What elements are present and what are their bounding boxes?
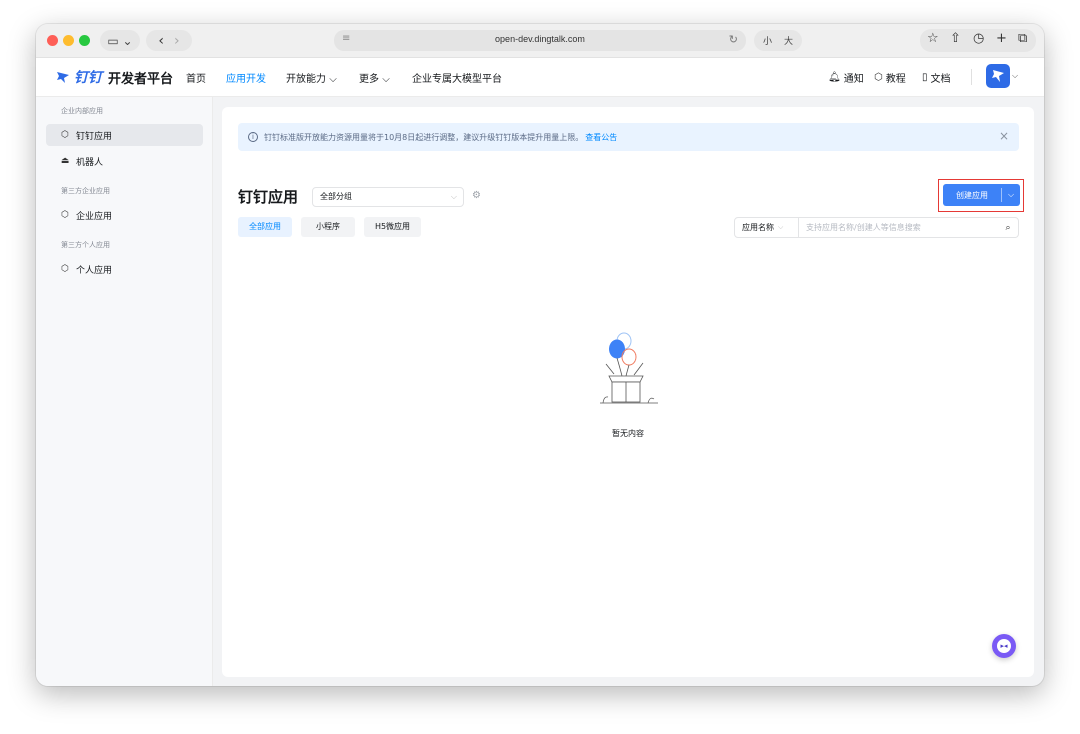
reload-icon[interactable]: ↻ — [729, 33, 738, 46]
share-icon[interactable]: ⇧ — [950, 31, 961, 46]
url-text: open-dev.dingtalk.com — [495, 34, 585, 44]
sidebar-item-label: 机器人 — [76, 157, 104, 168]
sidebar-item-label: 企业应用 — [76, 211, 113, 222]
notice-text: 钉钉标准版开放能力资源用量将于10月8日起进行调整，建议升级钉钉版本提升用量上限… — [264, 132, 584, 142]
logo-title: 开发者平台 — [108, 71, 174, 87]
history-nav: ‹ › — [146, 30, 192, 51]
sidebar-item-robot[interactable]: ⏏ 机器人 — [46, 150, 203, 172]
location-pin-icon: ⬡ — [874, 72, 883, 83]
search-field-select[interactable]: 应用名称 ⌵ — [735, 218, 799, 237]
tutorial-link[interactable]: ⬡ 教程 — [874, 70, 906, 85]
history-clock-icon[interactable]: ◷ — [973, 31, 984, 46]
page-title: 钉钉应用 — [238, 188, 299, 206]
sidebar-group-third-party-enterprise: 第三方企业应用 — [61, 187, 110, 195]
nav-more[interactable]: 更多 ⌵ — [359, 70, 390, 85]
nav-home[interactable]: 首页 — [186, 70, 206, 85]
chevron-down-icon: ⌵ — [450, 192, 457, 201]
zoom-controls: 小 大 — [754, 30, 802, 51]
zoom-in-button[interactable]: 大 — [784, 34, 793, 47]
tab-all-apps[interactable]: 全部应用 — [238, 217, 292, 237]
sidebar-item-label: 钉钉应用 — [76, 131, 113, 142]
chevron-down-icon[interactable]: ⌵ — [1012, 71, 1018, 81]
notice-link[interactable]: 查看公告 — [585, 132, 617, 143]
back-icon[interactable]: ‹ — [158, 33, 164, 49]
sidebar-group-third-party-personal: 第三方个人应用 — [61, 241, 110, 249]
bell-icon: 🔔︎ — [828, 72, 841, 83]
dingtalk-logo-icon — [57, 72, 69, 83]
sidebar-group-internal: 企业内部应用 — [61, 107, 103, 115]
cube-icon: ⬡ — [61, 130, 69, 140]
browser-window: ▭ ⌄ ‹ › ≡ open-dev.dingtalk.com ↻ 小 大 ☆ … — [36, 24, 1044, 686]
chevron-down-icon: ⌵ — [778, 223, 784, 231]
group-select-value: 全部分组 — [320, 192, 352, 201]
sidebar-item-label: 个人应用 — [76, 265, 113, 276]
create-app-button[interactable]: 创建应用 ⌵ — [943, 184, 1020, 206]
info-icon: i — [248, 132, 258, 142]
chevron-down-icon[interactable]: ⌵ — [1002, 190, 1020, 200]
cube-icon: ⬡ — [61, 210, 69, 220]
sidebar-item-dingtalk-apps[interactable]: ⬡ 钉钉应用 — [46, 124, 203, 146]
search-bar: 应用名称 ⌵ ⌕ — [734, 217, 1019, 238]
nav-app-dev[interactable]: 应用开发 — [226, 70, 266, 85]
gear-icon[interactable]: ⚙ — [472, 190, 481, 201]
search-icon[interactable]: ⌕ — [998, 223, 1018, 233]
sidebar-icon: ▭ ⌄ — [107, 33, 133, 48]
address-bar[interactable]: ≡ open-dev.dingtalk.com ↻ — [334, 30, 746, 51]
group-select[interactable]: 全部分组 ⌵ — [312, 187, 464, 207]
bookmark-star-icon[interactable]: ☆ — [927, 31, 939, 46]
notify-link[interactable]: 🔔︎ 通知 — [828, 70, 864, 85]
sidebar-toggle-button[interactable]: ▭ ⌄ — [100, 30, 140, 51]
close-icon[interactable]: × — [999, 129, 1009, 143]
app-header: 钉钉 开发者平台 首页 应用开发 开放能力 ⌵ 更多 ⌵ 企业专属大模型平台 🔔… — [36, 58, 1044, 97]
dingtalk-logo[interactable]: 钉钉 开发者平台 — [56, 67, 173, 87]
search-input[interactable] — [799, 223, 998, 232]
assistant-button[interactable]: ▸◂ — [992, 634, 1016, 658]
notice-banner: i 钉钉标准版开放能力资源用量将于10月8日起进行调整，建议升级钉钉版本提升用量… — [238, 123, 1019, 151]
sidebar-item-personal-apps[interactable]: ⬡ 个人应用 — [46, 258, 203, 280]
tab-overview-icon[interactable]: ⧉ — [1018, 31, 1027, 46]
browser-toolbar: ▭ ⌄ ‹ › ≡ open-dev.dingtalk.com ↻ 小 大 ☆ … — [36, 24, 1044, 58]
sidebar-item-enterprise-apps[interactable]: ⬡ 企业应用 — [46, 204, 203, 226]
chevron-down-icon: ⌵ — [382, 74, 390, 85]
docs-link[interactable]: ▯ 文档 — [922, 70, 951, 85]
book-icon: ▯ — [922, 72, 928, 83]
tab-h5-app[interactable]: H5微应用 — [364, 217, 421, 237]
main-content-card: i 钉钉标准版开放能力资源用量将于10月8日起进行调整，建议升级钉钉版本提升用量… — [222, 107, 1034, 677]
avatar-logo-icon — [992, 70, 1004, 82]
empty-box-illustration — [600, 332, 658, 404]
header-divider — [971, 69, 972, 85]
tab-mini-program[interactable]: 小程序 — [301, 217, 355, 237]
empty-state-text: 暂无内容 — [612, 429, 644, 438]
forward-icon[interactable]: › — [174, 33, 180, 49]
cube-icon: ⬡ — [61, 264, 69, 274]
sidebar: 企业内部应用 ⬡ 钉钉应用 ⏏ 机器人 第三方企业应用 ⬡ 企业应用 第三方个人… — [36, 97, 213, 686]
new-tab-icon[interactable]: + — [996, 31, 1007, 46]
nav-open-capabilities[interactable]: 开放能力 ⌵ — [286, 70, 337, 85]
create-app-label: 创建应用 — [956, 190, 988, 200]
close-window-button[interactable] — [47, 35, 58, 46]
avatar[interactable] — [986, 64, 1010, 88]
robot-icon: ⏏ — [60, 156, 70, 166]
zoom-out-button[interactable]: 小 — [763, 34, 772, 47]
nav-enterprise-llm[interactable]: 企业专属大模型平台 — [412, 70, 502, 85]
chat-bot-icon: ▸◂ — [997, 639, 1011, 653]
zoom-window-button[interactable] — [79, 35, 90, 46]
logo-brand: 钉钉 — [74, 70, 102, 86]
minimize-window-button[interactable] — [63, 35, 74, 46]
chevron-down-icon: ⌵ — [329, 74, 337, 85]
